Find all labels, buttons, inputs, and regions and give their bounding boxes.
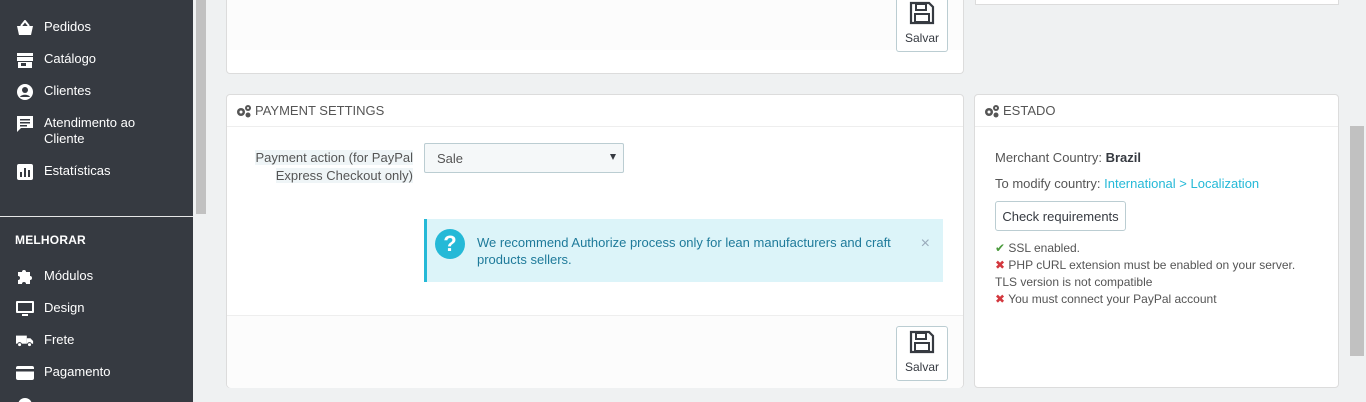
payment-action-select[interactable]: Sale (424, 143, 624, 173)
sidebar-item-clientes[interactable]: Clientes (0, 83, 193, 101)
status-line: ✖ You must connect your PayPal account (995, 292, 1217, 306)
estado-panel: ESTADO Merchant Country: Brazil To modif… (974, 94, 1339, 388)
sidebar-item-label: Design (44, 300, 85, 315)
sidebar-item-catalogo[interactable]: Catálogo (0, 51, 193, 69)
question-icon: ? (435, 229, 465, 259)
select-value: Sale (437, 150, 464, 166)
sidebar-item-pagamento[interactable]: Pagamento (0, 364, 193, 382)
basket-icon (16, 19, 34, 37)
save-icon (909, 330, 935, 357)
payment-action-label: Payment action (for PayPal Express Check… (253, 149, 413, 185)
sidebar-item-label: Atendimento ao Cliente (44, 115, 136, 146)
status-text: TLS version is not compatible (995, 275, 1153, 289)
sidebar-item-modulos[interactable]: Módulos (0, 268, 193, 286)
status-text: PHP cURL extension must be enabled on yo… (1008, 258, 1296, 272)
sidebar-scrollbar[interactable] (193, 0, 209, 402)
status-text: You must connect your PayPal account (1008, 292, 1217, 306)
status-text: SSL enabled. (1008, 241, 1081, 255)
save-label: Salvar (904, 31, 939, 45)
user-icon (16, 83, 34, 101)
modify-country-label: To modify country: (995, 176, 1101, 191)
sidebar-item-label: Pagamento (44, 364, 111, 379)
sidebar-item-partial[interactable] (0, 396, 193, 402)
globe-icon (16, 396, 34, 402)
main-scrollbar-thumb[interactable] (1350, 126, 1364, 356)
store-icon (16, 51, 34, 69)
status-line: ✖ PHP cURL extension must be enabled on … (995, 258, 1295, 272)
payment-action-label-text: Payment action (for PayPal Express Check… (255, 150, 413, 183)
check-icon: ✔ (995, 241, 1006, 255)
sidebar: Pedidos Catálogo Clientes Atendimento ao… (0, 0, 193, 402)
monitor-icon (16, 300, 34, 318)
panel-title: ESTADO (1003, 103, 1056, 118)
merchant-country-value: Brazil (1105, 150, 1141, 165)
sidebar-divider (0, 216, 193, 217)
payment-settings-panel: PAYMENT SETTINGS Payment action (for Pay… (226, 94, 964, 388)
puzzle-icon (16, 268, 34, 286)
sidebar-item-label: Frete (44, 332, 75, 347)
credit-card-icon (16, 364, 34, 382)
alert-message: We recommend Authorize process only for … (477, 235, 891, 267)
sidebar-item-label: Estatísticas (44, 163, 111, 178)
save-label: Salvar (904, 360, 939, 374)
sidebar-section-heading: MELHORAR (15, 233, 86, 247)
status-line: TLS version is not compatible (995, 275, 1152, 289)
info-alert: ? We recommend Authorize process only fo… (424, 219, 943, 282)
cross-icon: ✖ (995, 292, 1006, 306)
sidebar-scrollbar-thumb[interactable] (196, 0, 206, 214)
top-save-button[interactable]: Salvar (896, 0, 948, 52)
cross-icon: ✖ (995, 258, 1006, 272)
sidebar-item-label: Clientes (44, 83, 91, 98)
merchant-country-label: Merchant Country: (995, 150, 1102, 165)
top-panel-body (227, 0, 963, 50)
top-right-panel (975, 0, 1339, 5)
truck-icon (16, 332, 34, 350)
sidebar-item-label: Módulos (44, 268, 94, 283)
status-line: ✔ SSL enabled. (995, 241, 1080, 255)
chart-icon (16, 163, 34, 181)
chat-icon (16, 115, 34, 133)
merchant-country-line: Merchant Country: Brazil (995, 150, 1141, 165)
modify-country-line: To modify country: International > Local… (995, 176, 1259, 191)
sidebar-item-pedidos[interactable]: Pedidos (0, 19, 193, 37)
cogs-icon (236, 104, 252, 118)
sidebar-item-atendimento[interactable]: Atendimento ao Cliente (0, 115, 193, 149)
save-button[interactable]: Salvar (896, 326, 948, 381)
save-icon (909, 1, 935, 28)
localization-link[interactable]: International > Localization (1104, 176, 1259, 191)
cogs-icon (984, 104, 1000, 118)
panel-footer: Salvar (227, 315, 963, 388)
sidebar-item-label: Pedidos (44, 19, 91, 34)
top-panel: Salvar (226, 0, 964, 74)
sidebar-item-frete[interactable]: Frete (0, 332, 193, 350)
panel-header: ESTADO (975, 95, 1338, 127)
sidebar-item-estatisticas[interactable]: Estatísticas (0, 163, 193, 181)
check-requirements-button[interactable]: Check requirements (995, 201, 1126, 231)
sidebar-item-design[interactable]: Design (0, 300, 193, 318)
sidebar-item-label: Catálogo (44, 51, 97, 66)
panel-title: PAYMENT SETTINGS (255, 103, 385, 118)
caret-down-icon (610, 154, 616, 160)
panel-header: PAYMENT SETTINGS (227, 95, 963, 127)
close-icon[interactable]: × (921, 235, 930, 253)
